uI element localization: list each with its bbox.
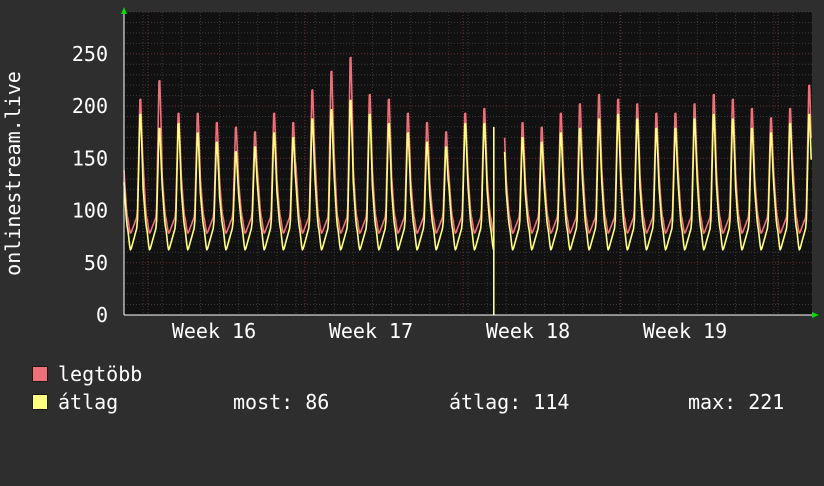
- stat-current: most: 86: [233, 390, 330, 414]
- y-tick-label: 100: [72, 199, 108, 223]
- chart-root: 0 50 100 150 200 250 Week 16 Week 17 Week 18 Week…: [0, 0, 824, 430]
- x-axis-arrow: [812, 312, 819, 318]
- legend-avg: átlag: [32, 390, 118, 414]
- y-tick-label: 150: [72, 146, 108, 170]
- x-tick-label: Week 17: [329, 319, 413, 343]
- stat-average: átlag: 114: [449, 390, 570, 414]
- y-tick-label: 200: [72, 94, 108, 118]
- legend-avg-swatch: [32, 394, 48, 410]
- x-tick-label: Week 18: [486, 319, 570, 343]
- x-tick-label: Week 16: [172, 319, 256, 343]
- y-tick-label: 250: [72, 42, 108, 66]
- x-tick-label: Week 19: [643, 319, 727, 343]
- stat-maximum: max: 221: [688, 390, 785, 414]
- legend-max: legtöbb: [32, 362, 142, 386]
- legend-max-swatch: [32, 366, 48, 382]
- legend-max-label: legtöbb: [58, 362, 143, 386]
- y-axis-arrow: [121, 7, 127, 14]
- y-tick-label: 50: [84, 251, 108, 275]
- y-tick-label: 0: [96, 303, 108, 327]
- y-axis-label: onlinestream.live: [1, 71, 25, 276]
- legend-avg-label: átlag: [58, 390, 119, 414]
